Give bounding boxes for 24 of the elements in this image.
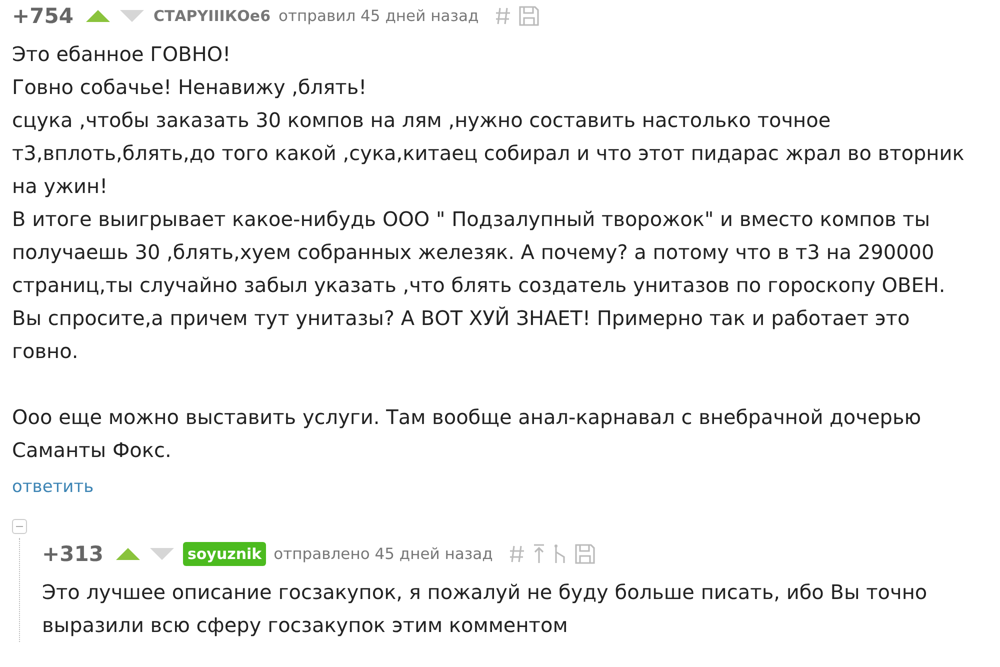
author-name[interactable]: soyuznik (183, 542, 266, 566)
comment-time: отправлено 45 дней назад (274, 545, 493, 563)
downvote-icon[interactable] (149, 547, 176, 561)
hash-icon[interactable] (494, 7, 511, 25)
comment-rating: +754 (12, 4, 74, 28)
comment-rating: +313 (42, 542, 104, 566)
comment-text: сцука ,чтобы заказать 30 компов на лям ,нужно составить настолько точное т3,вплоть,блять,до того какой ,сука,китаец собирал и что этот пидарас жрал во вторник на ужин! (12, 107, 966, 200)
arrow-up-icon[interactable] (532, 544, 545, 564)
collapse-button[interactable] (12, 519, 27, 534)
save-icon[interactable] (518, 6, 539, 26)
comment-text: Ооо еще можно выставить услуги. Там вообще анал-карнавал с внебрачной дочерью Саманты Фокс. (12, 404, 922, 464)
branch-icon[interactable] (552, 544, 567, 564)
comment-time: отправил 45 дней назад (278, 7, 479, 25)
save-icon[interactable] (574, 544, 595, 564)
upvote-icon[interactable] (85, 9, 112, 23)
upvote-icon[interactable] (115, 547, 142, 561)
reply-link[interactable]: ответить (12, 477, 94, 497)
downvote-icon[interactable] (119, 9, 146, 23)
hash-icon[interactable] (508, 545, 525, 563)
comment-text: Это ебанное ГОВНО! (12, 41, 232, 68)
comment-text: Это лучшее описание госзакупок, я пожалуй не буду больше писать, ибо Вы точно выразили всю сферу госзакупок этим комментом (42, 579, 928, 639)
comment-text: Говно собачье! Ненавижу ,блять! (12, 74, 368, 101)
author-name[interactable]: СТАРYIIIКОе6 (153, 7, 271, 25)
comment-text: В итоге выигрывает какое-нибудь ООО " Подзалупный творожок" и вместо компов ты получаешь 30 ,блять,хуем собранных железяк. А почему? а потому что в т3 на 290000 страниц,ты случайно забыл указать ,что блять создатель унитазов по гороскопу ОВЕН. Вы спросите,а причем тут унитазы? А ВОТ ХУЙ ЗНАЕТ! Примерно так и работает это говно. (12, 206, 946, 365)
